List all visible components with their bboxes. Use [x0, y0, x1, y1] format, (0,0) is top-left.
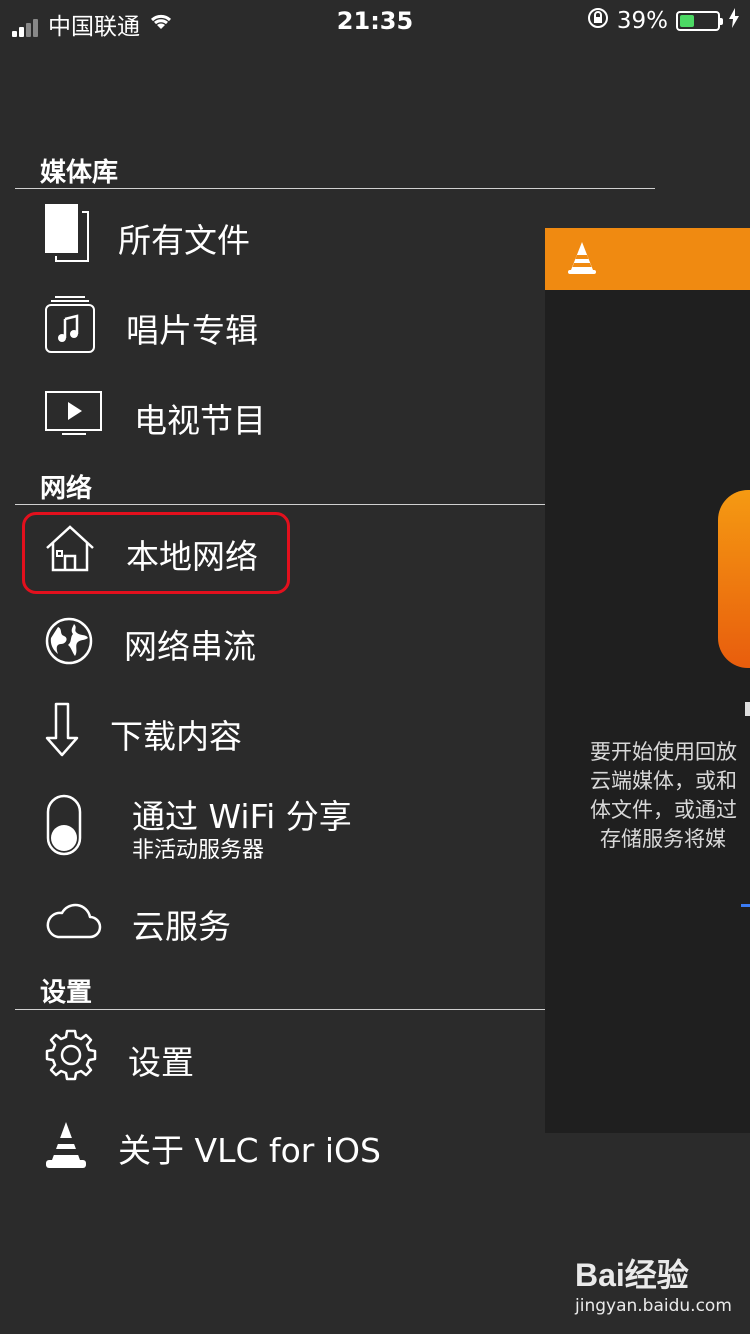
- tv-icon: [44, 390, 104, 442]
- menu-label: 云服务: [132, 907, 231, 946]
- background-navbar: [545, 228, 750, 290]
- battery-icon: [676, 11, 723, 31]
- vlc-cone-icon: [567, 241, 597, 279]
- vlc-app-logo: [718, 490, 750, 668]
- menu-label: 所有文件: [118, 221, 250, 260]
- baidu-watermark: Bai经验 jingyan.baidu.com: [575, 1250, 732, 1316]
- watermark-url: jingyan.baidu.com: [575, 1296, 732, 1316]
- files-icon: [44, 202, 92, 268]
- cloud-icon: [44, 900, 102, 944]
- menu-label: 通过 WiFi 分享: [132, 797, 352, 836]
- toggle-switch-icon[interactable]: [46, 794, 82, 860]
- divider: [15, 1009, 545, 1010]
- charging-icon: [728, 8, 740, 34]
- truncated-link[interactable]: [741, 904, 750, 907]
- gear-icon: [44, 1028, 98, 1086]
- battery-percent: 39%: [616, 8, 668, 34]
- album-icon: [44, 294, 96, 358]
- divider: [15, 188, 655, 189]
- menu-item-about[interactable]: 关于 VLC for iOS: [0, 1102, 540, 1188]
- status-bar: 中国联通 21:35 39%: [0, 0, 750, 40]
- section-network: 网络: [40, 474, 93, 504]
- menu-item-tv-shows[interactable]: 电视节目: [0, 372, 540, 458]
- vlc-cone-icon: [44, 1120, 88, 1174]
- menu-label: 网络串流: [124, 627, 256, 666]
- watermark-brand: Bai经验: [575, 1257, 689, 1293]
- menu-label: 下载内容: [110, 717, 242, 756]
- truncated-title: [745, 702, 750, 716]
- menu-item-downloads[interactable]: 下载内容: [0, 688, 540, 774]
- menu-item-albums[interactable]: 唱片专辑: [0, 282, 540, 368]
- menu-item-all-files[interactable]: 所有文件: [0, 192, 540, 278]
- menu-label: 唱片专辑: [126, 311, 258, 350]
- background-app-panel[interactable]: 要开始使用回放 云端媒体，或和 体文件，或通过 存储服务将媒: [545, 228, 750, 1133]
- welcome-text: 要开始使用回放 云端媒体，或和 体文件，或通过 存储服务将媒: [590, 740, 737, 851]
- section-settings: 设置: [40, 978, 93, 1008]
- divider: [15, 504, 545, 505]
- menu-label: 关于 VLC for iOS: [118, 1131, 381, 1170]
- orientation-lock-icon: [587, 7, 609, 35]
- menu-item-wifi-share[interactable]: 通过 WiFi 分享 非活动服务器: [0, 778, 540, 864]
- annotation-highlight: [22, 512, 290, 594]
- menu-item-network-stream[interactable]: 网络串流: [0, 598, 540, 684]
- menu-item-settings[interactable]: 设置: [0, 1012, 540, 1098]
- download-arrow-icon: [44, 702, 80, 762]
- globe-icon: [44, 616, 94, 670]
- menu-label: 设置: [128, 1043, 194, 1082]
- menu-label: 电视节目: [134, 401, 266, 440]
- server-status: 非活动服务器: [132, 838, 265, 863]
- menu-item-cloud-services[interactable]: 云服务: [0, 878, 540, 964]
- section-media-library: 媒体库: [40, 158, 119, 188]
